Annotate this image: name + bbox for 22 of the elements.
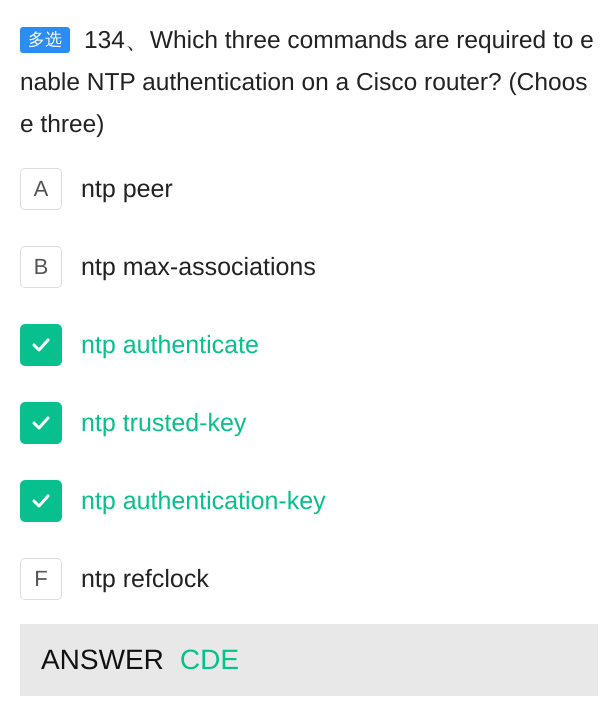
option-item[interactable]: B ntp max-associations [20, 246, 598, 288]
option-text: ntp refclock [81, 564, 209, 594]
option-item[interactable]: F ntp refclock [20, 558, 598, 600]
option-text: ntp peer [81, 174, 173, 204]
question-text: 多选 134、Which three commands are required to enable NTP authentication on a Cisco router? (Choose three) [20, 26, 595, 140]
checkbox[interactable] [20, 402, 62, 444]
checkbox[interactable] [20, 324, 62, 366]
option-text: ntp authenticate [81, 330, 259, 360]
check-icon [31, 337, 51, 353]
option-letter[interactable]: B [20, 246, 62, 288]
check-icon [31, 493, 51, 509]
answer-value: CDE [180, 644, 240, 676]
check-icon [31, 415, 51, 431]
option-item[interactable]: A ntp peer [20, 168, 598, 210]
option-text: ntp max-associations [81, 252, 316, 282]
multi-choice-badge: 多选 [20, 27, 70, 53]
option-text: ntp authentication-key [81, 486, 326, 516]
option-letter[interactable]: A [20, 168, 62, 210]
option-text: ntp trusted-key [81, 408, 246, 438]
answer-label: ANSWER [41, 644, 164, 676]
option-letter[interactable]: F [20, 558, 62, 600]
checkbox[interactable] [20, 480, 62, 522]
